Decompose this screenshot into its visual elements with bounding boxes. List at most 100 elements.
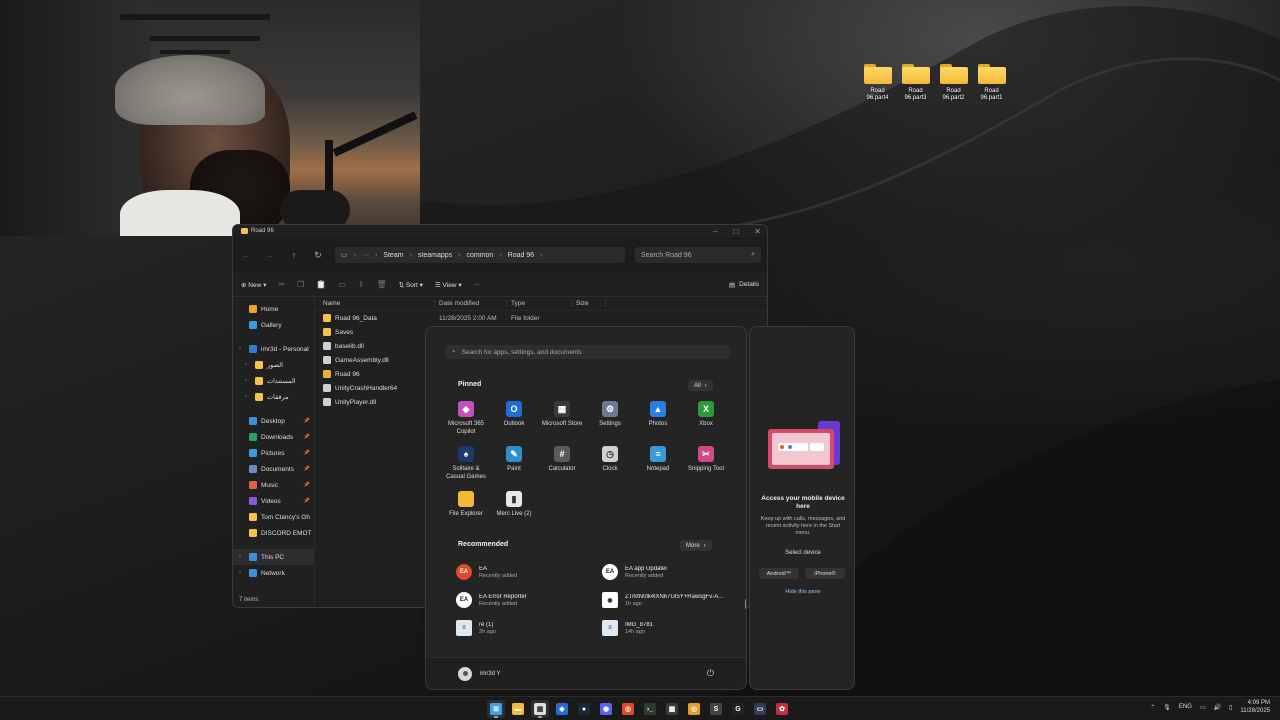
refresh-icon[interactable]: ↻: [311, 250, 325, 261]
pinned-app[interactable]: ◷ Clock: [586, 446, 634, 481]
all-apps-button[interactable]: All ›: [688, 380, 713, 391]
desktop-folder-road96-part3[interactable]: Road 96.part3: [900, 64, 931, 102]
pinned-app[interactable]: ≡ Notepad: [634, 446, 682, 481]
desktop-folder-road96-part4[interactable]: Road 96.part4: [862, 64, 893, 102]
more-locations-icon[interactable]: ···: [362, 252, 369, 259]
pinned-app[interactable]: O Outlook: [490, 401, 538, 436]
cut-icon[interactable]: ✂: [278, 280, 285, 289]
desktop-folder-road96-part1[interactable]: Road 96.part1: [976, 64, 1007, 102]
paste-icon[interactable]: 📋: [316, 280, 326, 289]
pinned-app[interactable]: # Calculator: [538, 446, 586, 481]
back-arrow-icon[interactable]: ←: [239, 250, 253, 260]
up-arrow-icon[interactable]: ↑: [287, 250, 301, 260]
file-row[interactable]: Road 96_Data 11/28/2025 2:00 AM File folde…: [315, 311, 767, 325]
pinned-app[interactable]: ✎ Paint: [490, 446, 538, 481]
hide-pane-link[interactable]: Hide this pane: [756, 589, 850, 595]
details-button[interactable]: ▤ Details: [729, 281, 759, 289]
volume-icon[interactable]: 🔊: [1214, 704, 1221, 711]
network-icon[interactable]: ▭: [1200, 704, 1206, 711]
sidebar-item[interactable]: Videos 📌: [233, 493, 314, 509]
taskbar-app-button[interactable]: ◎: [619, 700, 637, 718]
taskbar-app-button[interactable]: ⊞: [487, 700, 505, 718]
taskbar-app-button[interactable]: ✿: [773, 700, 791, 718]
desktop-folder-road96-part2[interactable]: Road 96.part2: [938, 64, 969, 102]
view-button[interactable]: ☰ View ▾: [435, 281, 462, 289]
sidebar-item[interactable]: Downloads 📌: [233, 429, 314, 445]
recommended-item[interactable]: ≡ re (1) 2h ago: [456, 619, 602, 637]
taskbar-app-button[interactable]: ●: [575, 700, 593, 718]
taskbar-app-button[interactable]: ▭: [751, 700, 769, 718]
taskbar-app-button[interactable]: ◎: [685, 700, 703, 718]
sidebar-item[interactable]: Desktop 📌: [233, 413, 314, 429]
chevron-right-icon[interactable]: ›: [239, 554, 245, 560]
pinned-app[interactable]: ▦ Microsoft Store: [538, 401, 586, 436]
android-button[interactable]: Android™: [759, 568, 799, 579]
explorer-tab[interactable]: Road 96: [241, 228, 274, 234]
breadcrumb-steam[interactable]: Steam: [383, 252, 403, 259]
taskbar-app-button[interactable]: ▦: [663, 700, 681, 718]
share-icon[interactable]: ⇪: [358, 280, 365, 289]
sidebar-item[interactable]: › Network: [233, 565, 314, 581]
chevron-right-icon[interactable]: ›: [245, 362, 251, 368]
recommended-item[interactable]: EA EA app Updater Recently added: [602, 563, 742, 581]
chevron-right-icon[interactable]: ›: [245, 394, 251, 400]
sidebar-item[interactable]: › imr3d - Personal: [233, 341, 314, 357]
sidebar-item[interactable]: › This PC: [233, 549, 314, 565]
column-header-size[interactable]: Size: [572, 300, 606, 307]
explorer-search-input[interactable]: Search Road 96 ⌕: [635, 247, 761, 263]
iphone-button[interactable]: iPhone®: [805, 568, 845, 579]
sidebar-item[interactable]: Home: [233, 301, 314, 317]
language-indicator[interactable]: ENG: [1179, 704, 1192, 710]
pinned-app[interactable]: ⚙ Settings: [586, 401, 634, 436]
close-icon[interactable]: ✕: [754, 227, 761, 236]
sidebar-item[interactable]: › مرفقات: [233, 389, 314, 405]
chevron-right-icon[interactable]: ›: [245, 378, 251, 384]
pinned-app[interactable]: X Xbox: [682, 401, 730, 436]
taskbar-app-button[interactable]: ▦: [531, 700, 549, 718]
column-header-date[interactable]: Date modified: [435, 300, 507, 307]
sort-button[interactable]: ⇅ Sort ▾: [399, 281, 423, 289]
sidebar-item[interactable]: Documents 📌: [233, 461, 314, 477]
taskbar-app-button[interactable]: ›_: [641, 700, 659, 718]
column-header-type[interactable]: Type: [507, 300, 572, 307]
start-scrollbar[interactable]: [745, 599, 746, 609]
pinned-app[interactable]: ◆ Microsoft 365 Copilot: [442, 401, 490, 436]
copy-icon[interactable]: ❐: [297, 280, 304, 289]
recommended-item[interactable]: ≡ IMG_8781 14h ago: [602, 619, 742, 637]
sidebar-item[interactable]: › الصور: [233, 357, 314, 373]
sidebar-item[interactable]: › المستندات: [233, 373, 314, 389]
start-search-input[interactable]: ⌕ Search for apps, settings, and documen…: [444, 345, 730, 359]
pinned-app[interactable]: File Explorer: [442, 491, 490, 518]
sidebar-item[interactable]: Pictures 📌: [233, 445, 314, 461]
user-avatar-icon[interactable]: [458, 666, 472, 681]
recommended-item[interactable]: ◉ ZTrktN0lk4lXN67UI5Y+RawsgFv-A... 1h ago: [602, 591, 742, 609]
address-bar[interactable]: ▭ › ··· › Steam › steamapps › common › R…: [335, 247, 625, 263]
taskbar-app-button[interactable]: G: [729, 700, 747, 718]
minimize-icon[interactable]: –: [713, 227, 717, 236]
forward-arrow-icon[interactable]: →: [263, 250, 277, 260]
sidebar-item[interactable]: Music 📌: [233, 477, 314, 493]
breadcrumb-common[interactable]: common: [466, 252, 493, 259]
maximize-icon[interactable]: □: [733, 227, 738, 236]
sidebar-item[interactable]: Tom Clancy's Gh: [233, 509, 314, 525]
chevron-right-icon[interactable]: ›: [239, 346, 245, 352]
battery-icon[interactable]: ▯: [1229, 704, 1232, 711]
recommended-item[interactable]: EA EA Recently added: [456, 563, 602, 581]
sidebar-item[interactable]: DISCORD EMOT: [233, 525, 314, 541]
taskbar-app-button[interactable]: ▬: [509, 700, 527, 718]
chevron-up-icon[interactable]: ⌃: [1150, 704, 1155, 711]
breadcrumb-road96[interactable]: Road 96: [508, 252, 534, 259]
recommended-item[interactable]: EA EA Error Reporter Recently added: [456, 591, 602, 609]
power-icon[interactable]: ⏻: [707, 668, 714, 679]
pinned-app[interactable]: ▮ Merc Live (2): [490, 491, 538, 518]
taskbar-app-button[interactable]: S: [707, 700, 725, 718]
more-button[interactable]: More ›: [680, 540, 712, 551]
more-options-button[interactable]: ···: [474, 281, 481, 288]
microphone-icon[interactable]: 🎙: [1163, 704, 1171, 711]
breadcrumb-steamapps[interactable]: steamapps: [418, 252, 452, 259]
pinned-app[interactable]: ✂ Snipping Tool: [682, 446, 730, 481]
pinned-app[interactable]: ♠ Solitaire & Casual Games: [442, 446, 490, 481]
delete-icon[interactable]: 🗑: [376, 280, 386, 289]
taskbar-app-button[interactable]: ◈: [553, 700, 571, 718]
clock[interactable]: 4:09 PM 11/28/2025: [1240, 699, 1270, 715]
